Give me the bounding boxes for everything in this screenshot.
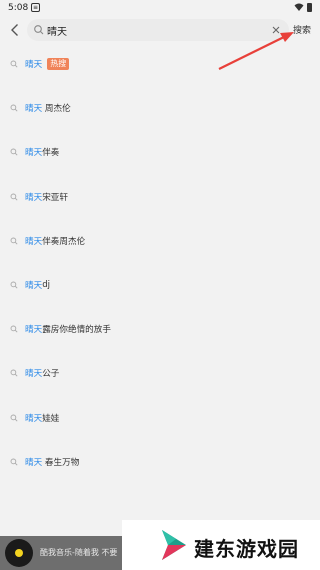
suggestion-text: 晴天 娃娃: [25, 412, 59, 424]
suggestion-text: 晴天 伴奏周杰伦: [25, 235, 85, 247]
suggestion-item[interactable]: 晴天 伴奏周杰伦: [0, 219, 320, 263]
search-box: [27, 19, 289, 41]
close-icon: [272, 26, 280, 34]
suggestion-rest: 公子: [42, 369, 60, 380]
suggestion-item[interactable]: 晴天 dj: [0, 263, 320, 307]
suggestion-list: 晴天 热搜 晴天 周杰伦 晴天 伴奏 晴天 宋亚轩 晴天 伴奏周杰伦 晴天 dj 晴天 露房你绝情的放手…: [0, 42, 320, 484]
search-icon: [10, 369, 18, 377]
player-text: 酷我音乐-随着我 不要: [40, 548, 118, 557]
suggestion-highlight: 晴天: [25, 60, 43, 71]
suggestion-rest: 露房你绝情的放手: [42, 325, 111, 336]
search-button[interactable]: 搜索: [293, 23, 311, 36]
suggestion-rest: 伴奏: [42, 148, 60, 159]
suggestion-highlight: 晴天: [25, 192, 43, 203]
suggestion-highlight: 晴天: [25, 236, 43, 247]
suggestion-text: 晴天 春生万物: [25, 456, 79, 468]
suggestion-text: 晴天 热搜: [25, 58, 70, 71]
suggestion-item[interactable]: 晴天 热搜: [0, 42, 320, 86]
suggestion-highlight: 晴天: [25, 104, 43, 115]
suggestion-text: 晴天 dj: [25, 279, 50, 291]
player-disc-button[interactable]: [5, 539, 33, 567]
suggestion-rest: 宋亚轩: [42, 192, 68, 203]
disc-icon: [15, 549, 23, 557]
watermark-logo-icon: [162, 530, 186, 560]
suggestion-highlight: 晴天: [25, 369, 43, 380]
notification-icon: ≡: [31, 3, 40, 12]
battery-icon: [307, 3, 312, 12]
wifi-icon: [294, 3, 304, 11]
suggestion-text: 晴天 公子: [25, 367, 59, 379]
suggestion-text: 晴天 露房你绝情的放手: [25, 323, 111, 335]
search-icon: [10, 149, 18, 156]
suggestion-item[interactable]: 晴天 周杰伦: [0, 86, 320, 130]
suggestion-item[interactable]: 晴天 伴奏: [0, 130, 320, 174]
hot-badge: 热搜: [47, 58, 70, 71]
suggestion-text: 晴天 周杰伦: [25, 102, 71, 114]
status-time: 5:08: [8, 3, 29, 13]
suggestion-rest: 娃娃: [42, 413, 60, 424]
suggestion-rest: dj: [42, 280, 51, 291]
search-icon: [10, 60, 18, 68]
suggestion-item[interactable]: 晴天 春生万物: [0, 440, 320, 484]
back-button[interactable]: [6, 21, 24, 39]
search-icon: [10, 104, 18, 112]
search-icon: [10, 281, 18, 289]
search-icon: [10, 414, 18, 422]
suggestion-item[interactable]: 晴天 娃娃: [0, 396, 320, 440]
search-icon: [10, 325, 18, 333]
search-bar: 搜索: [0, 16, 320, 44]
suggestion-rest: 伴奏周杰伦: [42, 236, 86, 247]
suggestion-highlight: 晴天: [25, 148, 43, 159]
suggestion-highlight: 晴天: [25, 413, 43, 424]
watermark-text: 建东游戏园: [194, 537, 299, 561]
status-bar: 5:08 ≡: [0, 0, 320, 16]
suggestion-text: 晴天 宋亚轩: [25, 191, 68, 203]
suggestion-highlight: 晴天: [25, 325, 43, 336]
suggestion-rest: 周杰伦: [42, 104, 71, 115]
search-icon: [10, 458, 18, 466]
search-icon: [10, 237, 18, 245]
back-arrow-icon: [11, 24, 18, 36]
suggestion-rest: 春生万物: [42, 457, 80, 468]
search-icon: [34, 25, 44, 35]
suggestion-item[interactable]: 晴天 宋亚轩: [0, 175, 320, 219]
search-input[interactable]: [47, 19, 267, 41]
clear-search-button[interactable]: [270, 24, 282, 36]
suggestion-highlight: 晴天: [25, 457, 43, 468]
suggestion-item[interactable]: 晴天 露房你绝情的放手: [0, 307, 320, 351]
suggestion-text: 晴天 伴奏: [25, 146, 59, 158]
search-icon: [10, 193, 18, 201]
suggestion-item[interactable]: 晴天 公子: [0, 351, 320, 395]
watermark: 建东游戏园: [122, 520, 320, 570]
suggestion-highlight: 晴天: [25, 281, 43, 292]
